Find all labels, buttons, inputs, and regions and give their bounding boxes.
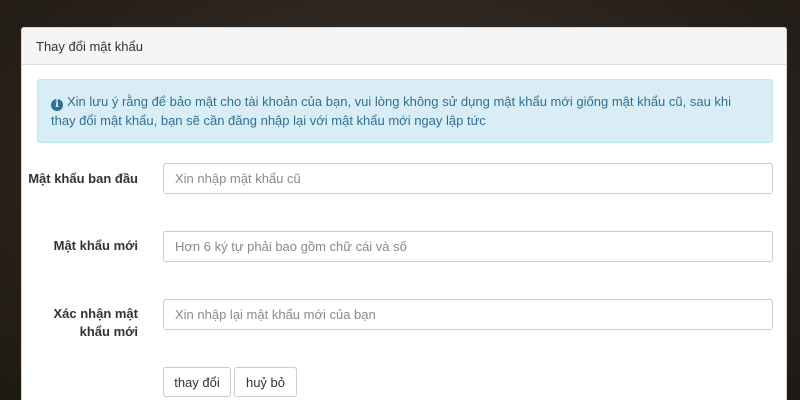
- info-alert: i Xin lưu ý rằng để bảo mật cho tài khoản…: [37, 79, 773, 143]
- confirm-password-label: Xác nhận mật khẩu mới: [53, 306, 138, 339]
- new-password-input[interactable]: [163, 231, 773, 262]
- submit-button[interactable]: thay đổi: [163, 367, 231, 397]
- old-password-label: Mật khẩu ban đầu: [28, 171, 138, 186]
- old-password-input[interactable]: [163, 163, 773, 194]
- info-circle-icon: i: [51, 99, 63, 111]
- panel-heading: Thay đổi mật khẩu: [22, 28, 786, 65]
- change-password-panel: Thay đổi mật khẩu i Xin lưu ý rằng để bảo…: [21, 27, 787, 400]
- alert-message: Xin lưu ý rằng để bảo mật cho tài khoản …: [51, 94, 732, 128]
- new-password-label: Mật khẩu mới: [53, 238, 138, 253]
- cancel-button[interactable]: huỷ bỏ: [234, 367, 297, 397]
- panel-title: Thay đổi mật khẩu: [36, 38, 143, 54]
- confirm-password-input[interactable]: [163, 299, 773, 330]
